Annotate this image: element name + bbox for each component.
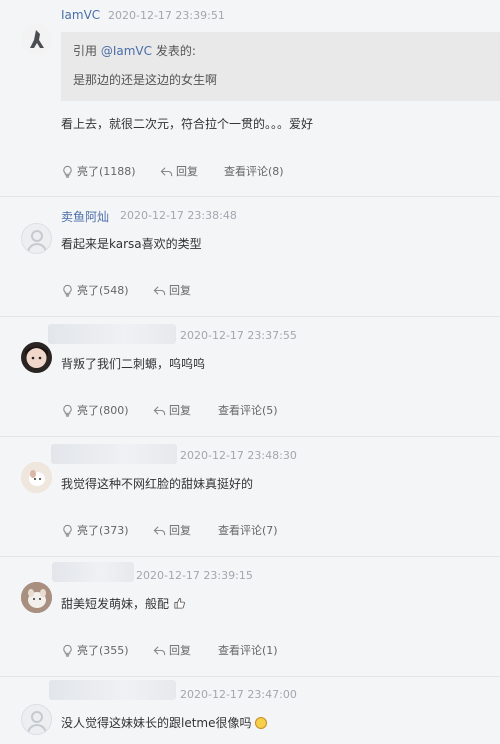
reply-label: 回复 [169, 524, 191, 537]
view-comments-link[interactable]: 查看评论(8) [224, 163, 284, 179]
quote-suffix: 发表的: [155, 44, 196, 58]
timestamp: 2020-12-17 23:48:30 [180, 449, 297, 462]
comment-item: 卖鱼阿灿 2020-12-17 23:38:48 看起来是karsa喜欢的类型 … [0, 196, 500, 317]
comment-item: 2020-12-17 23:47:00 没人觉得这妹妹长的跟letme很像吗 [0, 676, 500, 744]
sad-face-emoji-icon [255, 717, 268, 729]
reply-button[interactable]: 回复 [153, 522, 191, 538]
comment-item: 2020-12-17 23:48:30 我觉得这种不网红脸的甜妹真挺好的 亮了(… [0, 436, 500, 557]
avatar[interactable] [21, 582, 52, 613]
lightbulb-icon [63, 284, 72, 297]
comment-list: IamVC 2020-12-17 23:39:51 引用 @IamVC 发表的:… [0, 0, 500, 744]
avatar[interactable] [21, 24, 52, 55]
reply-button[interactable]: 回复 [160, 163, 198, 179]
comment-text-content: 没人觉得这妹妹长的跟letme很像吗 [61, 716, 252, 730]
reply-arrow-icon [153, 525, 166, 535]
reply-label: 回复 [169, 284, 191, 297]
thumbs-up-emoji-icon [173, 597, 186, 613]
timestamp: 2020-12-17 23:39:51 [108, 9, 225, 22]
quote-prefix: 引用 [73, 44, 98, 58]
timestamp: 2020-12-17 23:47:00 [180, 688, 297, 701]
reply-label: 回复 [176, 165, 198, 178]
avatar[interactable] [21, 462, 52, 493]
reply-arrow-icon [153, 405, 166, 415]
like-button[interactable]: 亮了(548) [61, 282, 129, 298]
reply-label: 回复 [169, 644, 191, 657]
view-comments-link[interactable]: 查看评论(5) [218, 402, 278, 418]
like-button[interactable]: 亮了(373) [61, 522, 129, 538]
like-count: 亮了(548) [77, 284, 129, 297]
lightbulb-icon [63, 644, 72, 657]
masked-username [49, 680, 176, 700]
like-button[interactable]: 亮了(355) [61, 642, 129, 658]
like-count: 亮了(373) [77, 524, 129, 537]
lightbulb-icon [63, 165, 72, 178]
reply-button[interactable]: 回复 [153, 282, 191, 298]
comment-text-content: 甜美短发萌妹，般配 [61, 597, 170, 611]
reply-arrow-icon [160, 166, 173, 176]
view-comments-link[interactable]: 查看评论(7) [218, 522, 278, 538]
comment-text: 背叛了我们二刺螈，呜呜呜 [61, 357, 206, 371]
reply-arrow-icon [153, 645, 166, 655]
reply-button[interactable]: 回复 [153, 402, 191, 418]
reply-arrow-icon [153, 285, 166, 295]
quote-header: 引用 @IamVC 发表的: [73, 42, 196, 59]
quote-block: 引用 @IamVC 发表的: 是那边的还是这边的女生啊 [61, 32, 500, 101]
username[interactable]: IamVC [61, 8, 100, 22]
masked-username [51, 444, 177, 464]
comment-text: 我觉得这种不网红脸的甜妹真挺好的 [61, 477, 254, 491]
avatar[interactable] [21, 342, 52, 373]
timestamp: 2020-12-17 23:38:48 [120, 209, 237, 222]
reply-button[interactable]: 回复 [153, 642, 191, 658]
timestamp: 2020-12-17 23:37:55 [180, 329, 297, 342]
view-comments-link[interactable]: 查看评论(1) [218, 642, 278, 658]
like-button[interactable]: 亮了(800) [61, 402, 129, 418]
default-avatar-icon[interactable] [21, 704, 52, 735]
lightbulb-icon [63, 404, 72, 417]
comment-item: 2020-12-17 23:39:15 甜美短发萌妹，般配 亮了(355) 回复… [0, 556, 500, 677]
comment-text: 甜美短发萌妹，般配 [61, 595, 186, 613]
like-count: 亮了(355) [77, 644, 129, 657]
masked-username [48, 324, 176, 344]
masked-username [52, 562, 134, 582]
comment-item: IamVC 2020-12-17 23:39:51 引用 @IamVC 发表的:… [0, 0, 500, 197]
lightbulb-icon [63, 524, 72, 537]
like-count: 亮了(800) [77, 404, 129, 417]
like-button[interactable]: 亮了(1188) [61, 163, 136, 179]
like-count: 亮了(1188) [77, 165, 136, 178]
default-avatar-icon[interactable] [21, 223, 52, 254]
comment-text: 看上去，就很二次元，符合拉个一贯的。。。爱好 [61, 117, 314, 131]
username[interactable]: 卖鱼阿灿 [61, 208, 109, 225]
reply-label: 回复 [169, 404, 191, 417]
comment-text: 没人觉得这妹妹长的跟letme很像吗 [61, 714, 268, 731]
quote-user-link[interactable]: @IamVC [101, 44, 152, 58]
comment-item: 2020-12-17 23:37:55 背叛了我们二刺螈，呜呜呜 亮了(800)… [0, 316, 500, 437]
comment-text: 看起来是karsa喜欢的类型 [61, 237, 202, 251]
timestamp: 2020-12-17 23:39:15 [136, 569, 253, 582]
quote-text: 是那边的还是这边的女生啊 [73, 73, 218, 87]
